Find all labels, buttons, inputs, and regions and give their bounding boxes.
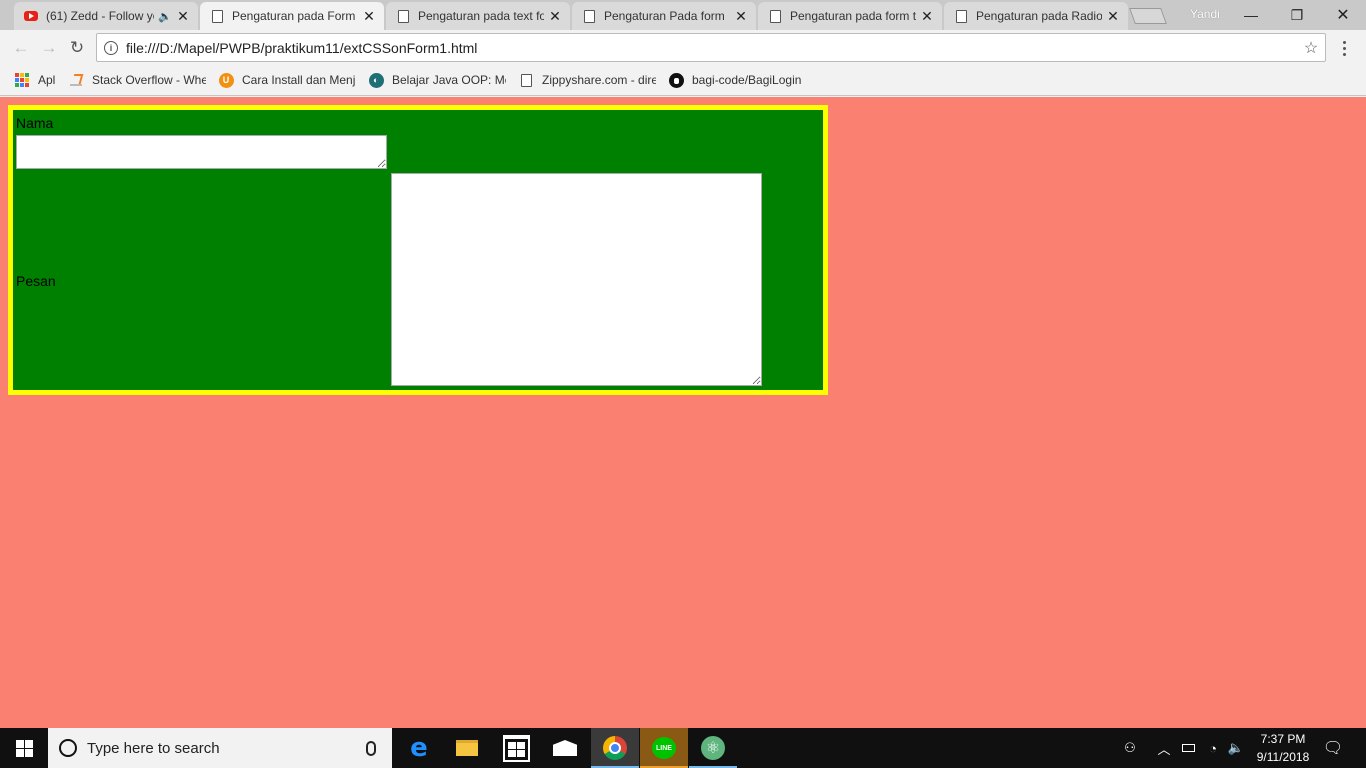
browser-chrome: (61) Zedd - Follow yo 🔈 ✕ Pengaturan pad…	[0, 0, 1366, 97]
minimize-icon[interactable]: —	[1228, 0, 1274, 30]
store-icon[interactable]	[492, 728, 540, 768]
windows-start-icon[interactable]	[0, 728, 48, 768]
bookmark-label: bagi-code/BagiLogin	[692, 73, 802, 87]
window-close-icon[interactable]: ✕	[1320, 0, 1366, 30]
tab-title: Pengaturan pada Form t	[232, 9, 358, 23]
profile-name[interactable]: Yandi	[1190, 7, 1220, 21]
page-content: Nama Pesan	[0, 97, 1366, 728]
bookmark-bagi-code[interactable]: bagi-code/BagiLogin	[668, 71, 808, 89]
chevron-up-icon[interactable]: ︿	[1155, 728, 1173, 768]
tab-title: (61) Zedd - Follow yo	[46, 9, 155, 23]
clock-time: 7:37 PM	[1260, 732, 1306, 746]
bookmark-star-icon[interactable]: ☆	[1297, 38, 1325, 58]
bookmark-apps[interactable]: Apl	[14, 71, 59, 89]
page-icon	[518, 72, 534, 88]
bookmark-label: Zippyshare.com - dire	[542, 73, 656, 87]
page-icon	[768, 9, 782, 23]
tab-pengaturan-radio[interactable]: Pengaturan pada Radio ✕	[944, 2, 1128, 30]
bookmark-zippyshare[interactable]: Zippyshare.com - dire	[518, 71, 656, 89]
tab-title: Pengaturan pada Radio	[976, 9, 1102, 23]
tab-title: Pengaturan Pada form	[604, 9, 725, 23]
bookmarks-bar: Apl Stack Overflow - Whe U Cara Install …	[0, 65, 1366, 96]
bookmark-label: Cara Install dan Menj	[242, 73, 356, 87]
cortana-icon	[59, 739, 77, 757]
clock-date: 9/11/2018	[1256, 750, 1310, 764]
atom-icon[interactable]: ⚛	[689, 728, 737, 768]
apps-grid-icon	[14, 72, 30, 88]
new-tab-button[interactable]	[1129, 8, 1167, 24]
page-icon	[582, 9, 596, 23]
bookmark-label: Belajar Java OOP: Me	[392, 73, 506, 87]
search-placeholder: Type here to search	[87, 739, 220, 757]
pesan-label: Pesan	[16, 273, 56, 289]
tab-pengaturan-form-active[interactable]: Pengaturan pada Form t ✕	[200, 2, 384, 30]
close-icon[interactable]: ✕	[548, 8, 562, 25]
teal-circle-icon: ◐	[368, 72, 384, 88]
close-icon[interactable]: ✕	[1106, 8, 1120, 25]
tab-pengaturan-form-t[interactable]: Pengaturan pada form t ✕	[758, 2, 942, 30]
bookmark-label: Stack Overflow - Whe	[92, 73, 206, 87]
bookmark-stackoverflow[interactable]: Stack Overflow - Whe	[68, 71, 206, 89]
toolbar: ← → ↻ i file:///D:/Mapel/PWPB/praktikum1…	[0, 30, 1366, 65]
youtube-icon	[24, 9, 38, 23]
forward-icon[interactable]: →	[38, 37, 60, 59]
action-center-icon[interactable]: 🗨	[1320, 728, 1346, 768]
page-icon	[396, 9, 410, 23]
taskbar-search[interactable]: Type here to search	[48, 728, 392, 768]
wifi-icon[interactable]: ◔	[1203, 728, 1223, 768]
close-icon[interactable]: ✕	[362, 8, 376, 25]
bookmark-label: Apl	[38, 73, 56, 87]
people-icon[interactable]: ⚇	[1118, 728, 1142, 768]
nama-label: Nama	[16, 115, 54, 131]
mail-icon[interactable]	[541, 728, 589, 768]
nama-field[interactable]	[16, 135, 387, 169]
github-icon	[668, 72, 684, 88]
edge-icon[interactable]: e	[395, 728, 443, 768]
reload-icon[interactable]: ↻	[66, 37, 88, 59]
tab-strip: (61) Zedd - Follow yo 🔈 ✕ Pengaturan pad…	[0, 0, 1366, 30]
chrome-icon[interactable]	[591, 728, 639, 768]
tab-pengaturan-pada-form[interactable]: Pengaturan Pada form ✕	[572, 2, 756, 30]
close-icon[interactable]: ✕	[734, 8, 748, 25]
form-container: Nama Pesan	[8, 105, 828, 395]
volume-icon[interactable]: 🔈	[1226, 728, 1246, 768]
clock[interactable]: 7:37 PM 9/11/2018	[1248, 730, 1318, 766]
microphone-icon[interactable]	[366, 740, 376, 756]
battery-icon[interactable]	[1179, 728, 1197, 768]
close-icon[interactable]: ✕	[176, 8, 190, 25]
line-icon[interactable]: LINE	[640, 728, 688, 768]
url-text[interactable]: file:///D:/Mapel/PWPB/praktikum11/extCSS…	[126, 40, 1297, 56]
stackoverflow-icon	[68, 72, 84, 88]
taskbar: Type here to search e LINE ⚛ ⚇ ︿ ◔ 🔈 7:3…	[0, 728, 1366, 768]
tab-youtube[interactable]: (61) Zedd - Follow yo 🔈 ✕	[14, 2, 198, 30]
menu-icon[interactable]	[1336, 37, 1352, 59]
bookmark-cara-install[interactable]: U Cara Install dan Menj	[218, 71, 356, 89]
tab-pengaturan-text[interactable]: Pengaturan pada text fo ✕	[386, 2, 570, 30]
speaker-icon[interactable]: 🔈	[158, 10, 172, 23]
back-icon[interactable]: ←	[10, 37, 32, 59]
info-icon[interactable]: i	[104, 40, 118, 55]
bookmark-belajar-java[interactable]: ◐ Belajar Java OOP: Me	[368, 71, 506, 89]
pesan-field[interactable]	[391, 173, 762, 386]
address-bar[interactable]: i file:///D:/Mapel/PWPB/praktikum11/extC…	[96, 33, 1326, 62]
tab-title: Pengaturan pada text fo	[418, 9, 544, 23]
orange-circle-icon: U	[218, 72, 234, 88]
file-explorer-icon[interactable]	[443, 728, 491, 768]
page-icon	[210, 9, 224, 23]
restore-icon[interactable]: ❐	[1274, 0, 1320, 30]
close-icon[interactable]: ✕	[920, 8, 934, 25]
tab-title: Pengaturan pada form t	[790, 9, 916, 23]
page-icon	[954, 9, 968, 23]
